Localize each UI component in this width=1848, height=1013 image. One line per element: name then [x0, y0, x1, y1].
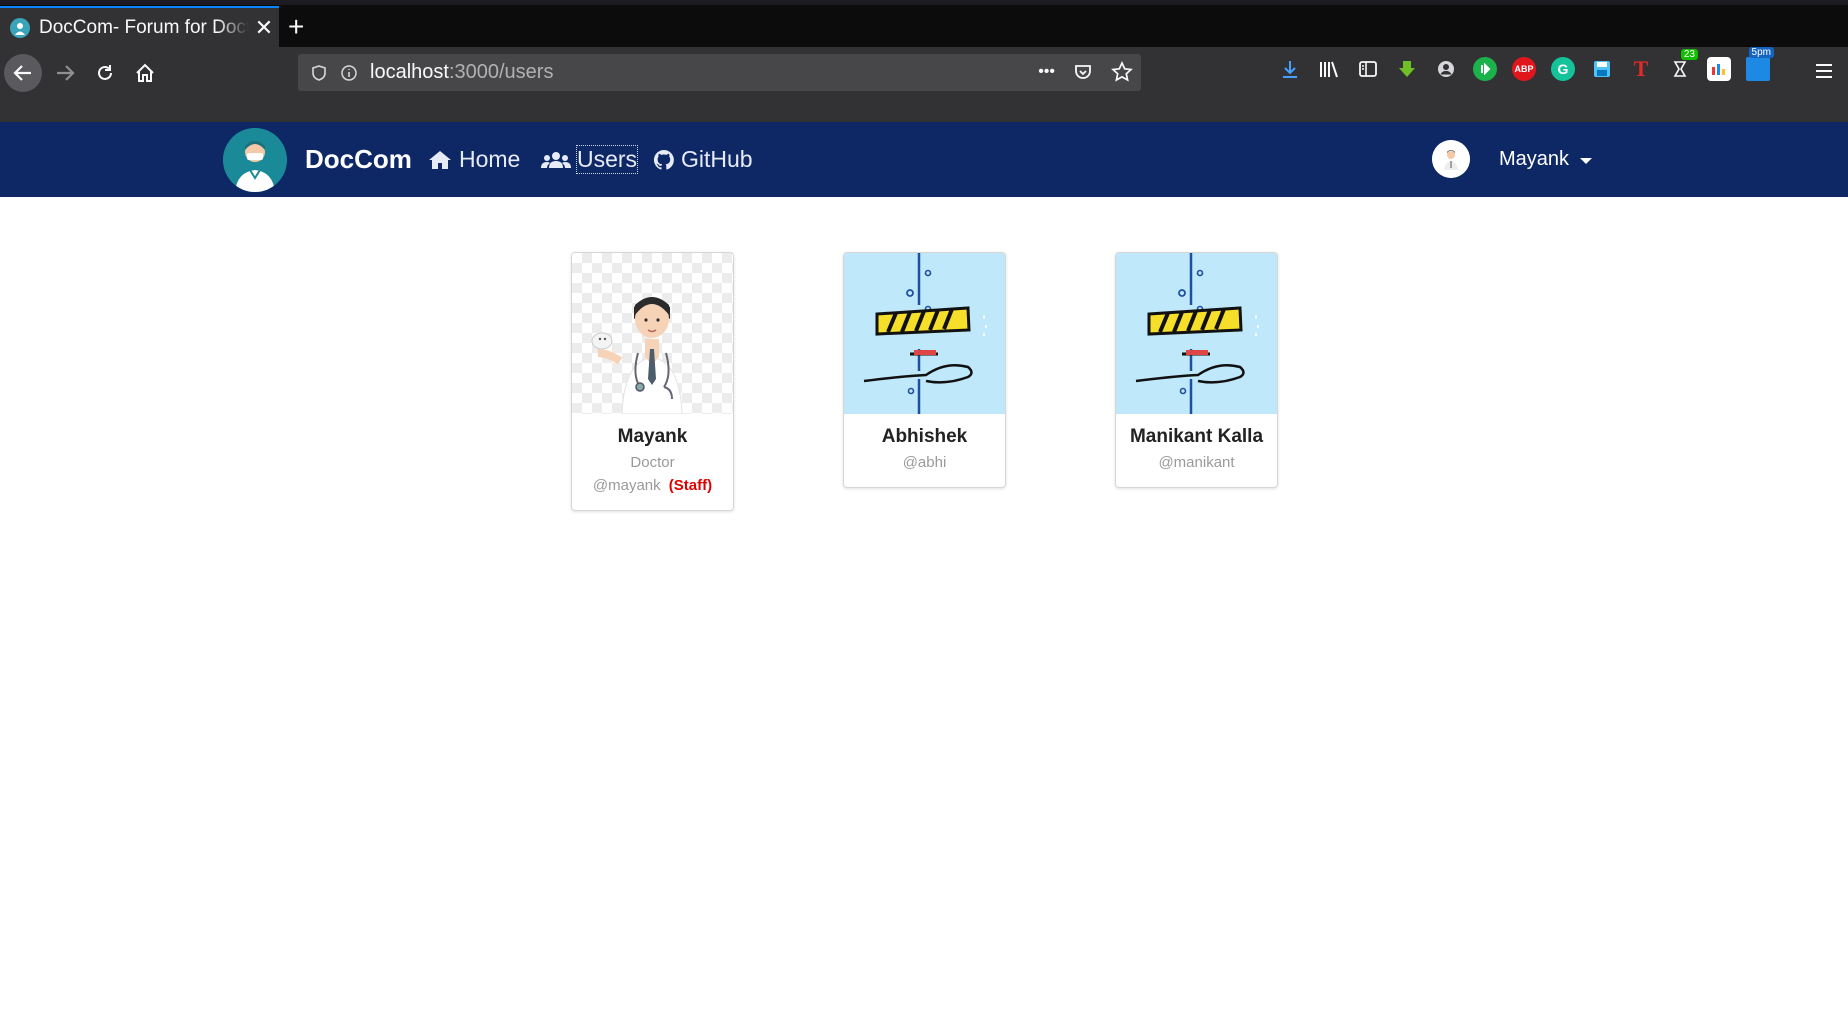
url-path: :3000/users — [448, 61, 554, 83]
sidebar-icon[interactable] — [1356, 57, 1380, 81]
new-tab-button[interactable]: + — [288, 11, 304, 43]
user-card-handle-row: @mayank (Staff) — [572, 477, 733, 510]
reload-icon — [98, 65, 112, 80]
nav-users[interactable]: Users — [541, 145, 639, 174]
home-icon — [429, 150, 451, 169]
user-card-image — [844, 253, 1005, 414]
grammarly-icon[interactable]: G — [1551, 57, 1575, 81]
chart-extension-icon[interactable] — [1707, 57, 1731, 81]
reload-button[interactable] — [86, 54, 124, 92]
nav-home[interactable]: Home — [427, 146, 520, 173]
timer-badge: 23 — [1680, 49, 1698, 60]
green-download-icon[interactable] — [1395, 57, 1419, 81]
user-card[interactable]: Manikant Kalla @manikant — [1115, 252, 1278, 488]
user-card-handle: @abhi — [902, 454, 947, 471]
user-card-role: Doctor — [630, 454, 675, 471]
forward-button[interactable] — [46, 54, 84, 92]
github-icon — [653, 149, 674, 170]
url-text[interactable]: localhost:3000/users — [370, 61, 553, 84]
user-card-handle: @manikant — [1158, 454, 1235, 471]
extension-green-icon[interactable] — [1473, 57, 1497, 81]
user-card-handle-row: @abhi — [844, 454, 1005, 487]
tab-title: DocCom- Forum for Doctors — [39, 16, 249, 38]
info-icon[interactable] — [340, 64, 358, 82]
shield-icon[interactable] — [310, 64, 328, 82]
app-navbar: DocCom Home Users GitHub Mayank — [0, 122, 1848, 197]
user-card-name[interactable]: Abhishek — [844, 426, 1005, 448]
user-card-image — [1116, 253, 1277, 414]
nav-github-label: GitHub — [681, 146, 753, 172]
user-card[interactable]: Abhishek @abhi — [843, 252, 1006, 488]
user-card-handle-row: @manikant — [1116, 454, 1277, 487]
browser-tab-active[interactable]: DocCom- Forum for Doctors ✕ — [0, 6, 279, 47]
home-button[interactable] — [126, 54, 164, 92]
reminder-badge: 5pm — [1748, 47, 1774, 58]
back-arrow-icon — [13, 65, 31, 81]
user-menu-name[interactable]: Mayank — [1499, 148, 1569, 171]
pocket-icon[interactable] — [1073, 62, 1093, 82]
browser-tabbar: DocCom- Forum for Doctors ✕ + — [0, 0, 1848, 47]
favicon-icon — [10, 17, 30, 38]
reminder-extension-icon[interactable]: 5pm — [1746, 47, 1774, 81]
browser-toolbar: localhost:3000/users ••• ABP G T 23 5pm — [0, 47, 1848, 122]
timer-extension-icon[interactable]: 23 — [1668, 49, 1698, 81]
staff-badge: (Staff) — [668, 477, 713, 494]
default-avatar-illustration-icon — [863, 253, 987, 414]
bookmark-star-icon[interactable] — [1111, 61, 1133, 83]
user-card-image — [572, 253, 733, 415]
url-bar[interactable]: localhost:3000/users ••• — [298, 54, 1141, 91]
library-icon[interactable] — [1317, 57, 1341, 81]
user-avatar[interactable] — [1432, 140, 1470, 178]
nav-home-label: Home — [459, 146, 521, 172]
home-icon — [136, 63, 154, 82]
hamburger-menu-icon[interactable] — [1812, 59, 1836, 83]
nav-users-label: Users — [575, 145, 639, 174]
account-icon[interactable] — [1434, 57, 1458, 81]
t-extension-icon[interactable]: T — [1629, 56, 1653, 81]
user-card-name[interactable]: Manikant Kalla — [1116, 426, 1277, 448]
brand-logo[interactable] — [223, 128, 287, 192]
nav-github[interactable]: GitHub — [653, 146, 753, 173]
save-icon[interactable] — [1590, 57, 1614, 81]
download-icon[interactable] — [1278, 57, 1302, 81]
user-card-name[interactable]: Mayank — [572, 426, 733, 448]
tab-close-icon[interactable]: ✕ — [253, 15, 275, 41]
extension-toolbar: ABP G T 23 5pm — [1278, 47, 1774, 81]
user-card-handle: @mayank — [592, 477, 661, 494]
back-button[interactable] — [4, 54, 42, 92]
caret-down-icon[interactable] — [1580, 158, 1592, 164]
page-actions-icon[interactable]: ••• — [1038, 63, 1055, 81]
users-icon — [541, 151, 571, 168]
forward-arrow-icon — [57, 65, 75, 81]
url-host: localhost — [370, 61, 449, 83]
adblock-icon[interactable]: ABP — [1512, 57, 1536, 81]
doctor-avatar-icon — [591, 297, 683, 415]
brand-name[interactable]: DocCom — [305, 144, 412, 175]
user-card[interactable]: Mayank Doctor @mayank (Staff) — [571, 252, 734, 511]
default-avatar-illustration-icon — [1135, 253, 1259, 414]
